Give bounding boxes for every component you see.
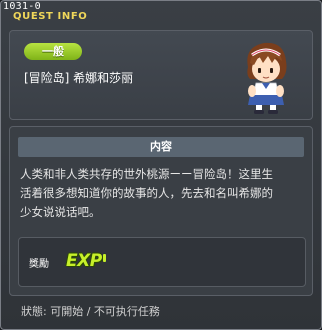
quest-content-panel: 内容 人类和非人类共存的世外桃源ーー冒险岛！这里生 活着很多想知道你的故事的人，… bbox=[9, 126, 313, 296]
content-line: 少女说说话吧。 bbox=[20, 205, 101, 219]
window-title: QUEST INFO bbox=[13, 11, 88, 22]
quest-name: [冒险岛] 希娜和莎丽 bbox=[24, 71, 134, 85]
content-line: 活着很多想知道你的故事的人，先去和名叫希娜的 bbox=[20, 186, 273, 200]
reward-panel: 獎勵 EXP bbox=[18, 237, 306, 287]
content-title: 内容 bbox=[18, 137, 304, 157]
quest-info-window: 1031-0 QUEST INFO 一般 [冒险岛] 希娜和莎丽 内容 人类和非… bbox=[0, 0, 322, 330]
exp-text: EXP bbox=[66, 251, 102, 271]
npc-portrait-icon bbox=[247, 42, 287, 114]
quest-type-badge: 一般 bbox=[24, 43, 82, 60]
exp-reward-icon: EXP bbox=[66, 251, 106, 271]
quest-header-panel: 一般 [冒险岛] 希娜和莎丽 bbox=[9, 30, 313, 120]
exp-dot bbox=[102, 254, 106, 262]
content-description: 人类和非人类共存的世外桃源ーー冒险岛！这里生 活着很多想知道你的故事的人，先去和… bbox=[20, 165, 306, 222]
quest-status: 狀態: 可開始 / 不可执行任務 bbox=[21, 305, 160, 318]
content-line: 人类和非人类共存的世外桃源ーー冒险岛！这里生 bbox=[20, 167, 273, 181]
reward-label: 獎勵 bbox=[29, 259, 49, 270]
